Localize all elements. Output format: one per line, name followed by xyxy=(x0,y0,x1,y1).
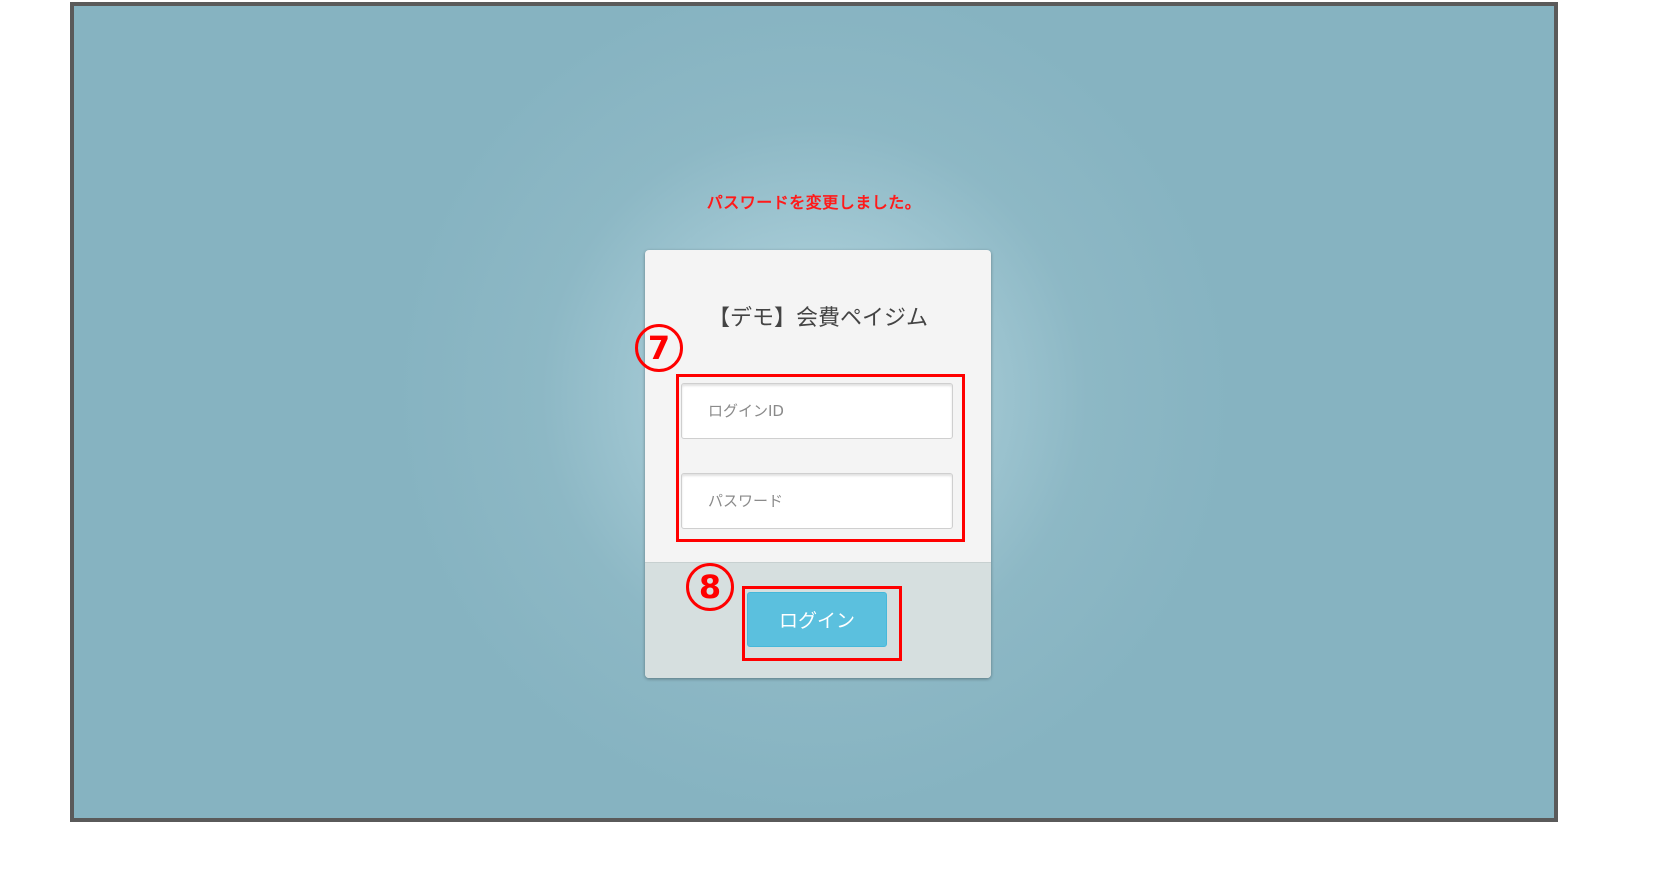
screen-frame: パスワードを変更しました。 【デモ】会費ペイジム ログイン 7 8 xyxy=(70,2,1558,822)
status-message: パスワードを変更しました。 xyxy=(706,193,922,212)
app-title: 【デモ】会費ペイジム xyxy=(707,306,928,331)
annotation-box-step-7 xyxy=(676,374,965,542)
annotation-number-7: 7 xyxy=(635,324,683,372)
annotation-number-8: 8 xyxy=(686,563,734,611)
annotation-box-step-8 xyxy=(742,586,902,661)
